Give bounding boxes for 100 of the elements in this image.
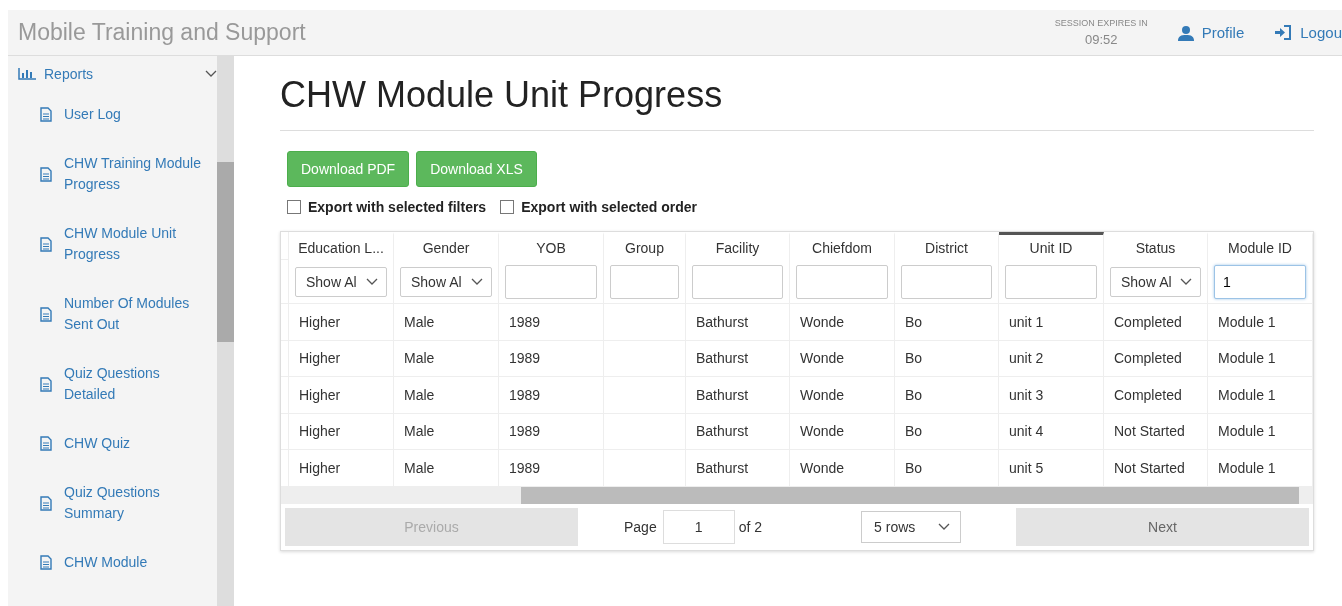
table-cell: Bathurst	[686, 377, 790, 414]
filter-field[interactable]	[505, 264, 597, 299]
table-cell: Wonde	[790, 413, 895, 450]
column-header[interactable]: Chiefdom	[790, 232, 895, 260]
document-icon	[40, 495, 52, 511]
column-header[interactable]: District	[895, 232, 999, 260]
document-icon	[40, 236, 52, 252]
table-cell: Completed	[1104, 304, 1208, 341]
caret-icon	[938, 522, 951, 531]
column-header[interactable]: Status	[1104, 232, 1208, 260]
sidebar-item[interactable]: CHW Module Unit Progress	[18, 209, 218, 279]
filter-field[interactable]	[692, 264, 783, 299]
filter-field[interactable]	[1005, 264, 1097, 299]
table-cell: unit 4	[999, 413, 1104, 450]
caret-icon	[471, 277, 483, 286]
column-header[interactable]: Unit ID	[999, 232, 1104, 260]
table-cell: unit 1	[999, 304, 1104, 341]
table-cell: Wonde	[790, 377, 895, 414]
profile-link[interactable]: Profile	[1177, 24, 1245, 41]
table-cell: Bo	[895, 413, 999, 450]
table-cell: Module 1	[1208, 413, 1313, 450]
table-cell: Bo	[895, 304, 999, 341]
table-cell: Bathurst	[686, 340, 790, 377]
rows-dropdown[interactable]: 5 rows	[861, 510, 962, 543]
table-cell: 1989	[499, 450, 604, 487]
sidebar-item[interactable]: CHW Training Module Progress	[18, 139, 218, 209]
table-cell: unit 3	[999, 377, 1104, 414]
user-icon	[1177, 24, 1194, 41]
table-cell: Module 1	[1208, 450, 1313, 487]
sidebar-item[interactable]: User Log	[18, 90, 218, 139]
table-cell: Higher	[289, 304, 394, 341]
table-cell: unit 2	[999, 340, 1104, 377]
sidebar-item[interactable]: Quiz Questions Summary	[18, 468, 218, 538]
table-cell: Bo	[895, 377, 999, 414]
filter-dropdown[interactable]: Show Al	[1110, 266, 1201, 297]
table-cell: Bathurst	[686, 413, 790, 450]
table-cell: Male	[394, 377, 499, 414]
session-timer: 09:52	[1084, 32, 1118, 47]
caret-icon	[1180, 277, 1192, 286]
table-cell: unit 5	[999, 450, 1104, 487]
sidebar-item[interactable]: CHW Quiz	[18, 419, 218, 468]
sign-in-icon	[1274, 25, 1293, 40]
table-cell: Module 1	[1208, 340, 1313, 377]
table-cell: Bo	[895, 340, 999, 377]
page-count: of 2	[738, 518, 763, 535]
export-option[interactable]: Export with selected order	[500, 199, 697, 215]
column-header[interactable]: Gender	[394, 232, 499, 260]
table-cell: 1989	[499, 304, 604, 341]
filter-dropdown[interactable]: Show Al	[295, 266, 387, 297]
table-cell: Bo	[895, 450, 999, 487]
table-cell: Completed	[1104, 340, 1208, 377]
table-cell: Wonde	[790, 340, 895, 377]
filter-field[interactable]	[610, 264, 679, 299]
column-header[interactable]: Module ID	[1208, 232, 1313, 260]
table-cell: Bathurst	[686, 304, 790, 341]
scrollbar[interactable]	[217, 56, 234, 606]
document-icon	[40, 436, 52, 451]
table-cell: Wonde	[790, 304, 895, 341]
filter-field[interactable]: 1	[1214, 264, 1306, 299]
table-cell: 1989	[499, 413, 604, 450]
page-field[interactable]: 1	[662, 509, 735, 544]
checkbox[interactable]	[287, 200, 301, 214]
column-header[interactable]: YOB	[499, 232, 604, 260]
table-cell: Male	[394, 304, 499, 341]
bar-chart-icon	[18, 68, 36, 80]
sidebar-item[interactable]: Quiz Questions Detailed	[18, 349, 218, 419]
next-button[interactable]: Next	[1016, 507, 1309, 546]
table-cell: Module 1	[1208, 304, 1313, 341]
export-option[interactable]: Export with selected filters	[287, 199, 487, 215]
column-header[interactable]: Education L...	[289, 232, 394, 260]
checkbox[interactable]	[500, 200, 515, 214]
table-cell: Male	[394, 450, 499, 487]
document-icon	[40, 555, 52, 570]
column-header[interactable]: Group	[604, 232, 686, 260]
document-icon	[40, 376, 52, 392]
column-header[interactable]: Facility	[686, 232, 790, 260]
sidebar-item[interactable]: Number Of Modules Sent Out	[18, 279, 218, 349]
sidebar-section[interactable]: Reports	[18, 64, 218, 84]
table-cell: Module 1	[1208, 377, 1313, 414]
sidebar-item[interactable]: CHW Module	[18, 538, 218, 587]
table-cell: Higher	[289, 413, 394, 450]
table-cell: 1989	[499, 340, 604, 377]
filter-field[interactable]	[796, 264, 888, 299]
table-cell: Bathurst	[686, 450, 790, 487]
caret-icon	[205, 70, 218, 78]
table-cell: Higher	[289, 450, 394, 487]
filter-dropdown[interactable]: Show Al	[400, 266, 492, 297]
table-cell: Higher	[289, 340, 394, 377]
table-cell: Wonde	[790, 450, 895, 487]
table-cell: Not Started	[1104, 413, 1208, 450]
document-icon	[40, 306, 52, 322]
table-cell: Higher	[289, 377, 394, 414]
table-cell: Not Started	[1104, 450, 1208, 487]
filter-field[interactable]	[901, 264, 992, 299]
logout-link[interactable]: Logou	[1274, 24, 1342, 41]
document-icon	[40, 166, 52, 182]
table-cell: Completed	[1104, 377, 1208, 414]
page-title: CHW Module Unit Progress	[280, 74, 1314, 131]
table-cell: 1989	[499, 377, 604, 414]
document-icon	[40, 107, 52, 122]
